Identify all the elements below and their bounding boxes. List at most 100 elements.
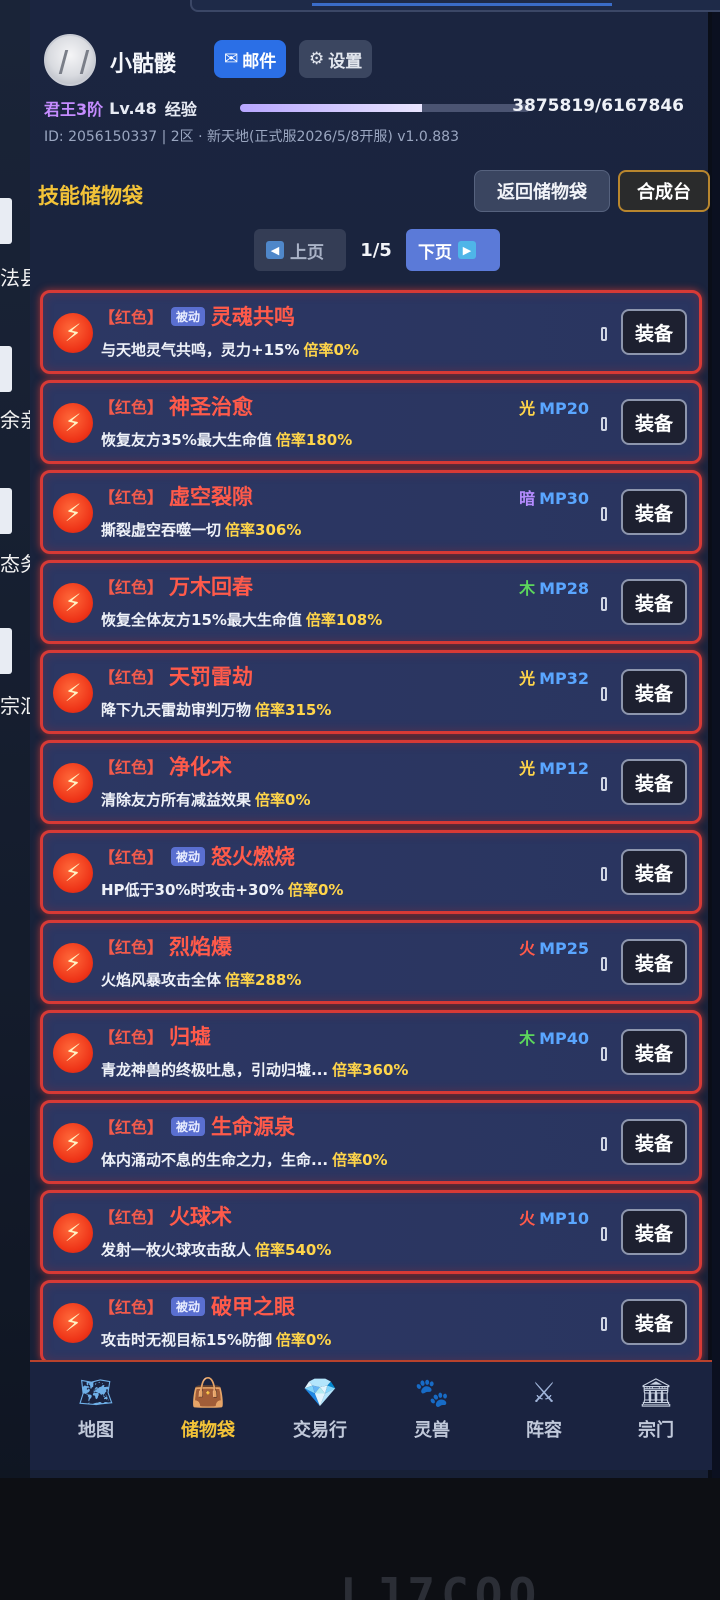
skill-name: 神圣治愈 [169, 395, 254, 419]
mp-cost: MP20 [539, 399, 589, 418]
swords-icon: ⚔ [531, 1375, 557, 1409]
rarity-tag: 【红色】 [99, 848, 164, 867]
skill-cost: 火 MP10 [519, 1205, 589, 1229]
skill-description: 与天地灵气共鸣，灵力+15% [101, 341, 300, 359]
skill-card[interactable]: ⚡ 【红色】 被动 生命源泉 体内涌动不息的生命之力，生命... 倍率0% 装备 [40, 1100, 702, 1184]
desktop-file-icon[interactable] [0, 488, 12, 534]
skill-card[interactable]: ⚡ 【红色】 天罚雷劫光 MP32 降下九天雷劫审判万物 倍率315% 装备 [40, 650, 702, 734]
nav-label: 储物袋 [181, 1420, 235, 1441]
rarity-tag: 【红色】 [99, 1208, 164, 1227]
slot-icon [601, 867, 607, 881]
nav-label: 灵兽 [414, 1420, 450, 1441]
exp-label: 经验 [164, 100, 197, 119]
equip-button[interactable]: 装备 [621, 759, 687, 805]
mail-button[interactable]: ✉ 邮件 [214, 40, 287, 78]
slot-icon [601, 777, 607, 791]
skill-description-row: 攻击时无视目标15%防御 倍率0% [101, 1329, 331, 1350]
skill-card[interactable]: ⚡ 【红色】 虚空裂隙暗 MP30 撕裂虚空吞噬一切 倍率306% 装备 [40, 470, 702, 554]
skill-card[interactable]: ⚡ 【红色】 火球术火 MP10 发射一枚火球攻击敌人 倍率540% 装备 [40, 1190, 702, 1274]
skill-name: 天罚雷劫 [169, 665, 254, 689]
skill-cost: 木 MP28 [519, 575, 589, 599]
skill-description: 火焰风暴攻击全体 [101, 971, 222, 989]
mp-cost: MP28 [539, 579, 589, 598]
desktop-file-icon[interactable] [0, 628, 12, 674]
skill-rate: 倍率0% [275, 1331, 332, 1349]
equip-button[interactable]: 装备 [621, 399, 687, 445]
lightning-icon: ⚡ [53, 493, 93, 533]
lightning-icon: ⚡ [53, 763, 93, 803]
skill-description-row: 体内涌动不息的生命之力，生命... 倍率0% [101, 1149, 388, 1170]
passive-badge: 被动 [171, 1116, 206, 1136]
nav-label: 宗门 [638, 1420, 674, 1441]
nav-item[interactable]: 🏛 宗门 [606, 1372, 706, 1452]
desktop-label: 法县 [0, 266, 30, 290]
top-bar [190, 0, 720, 12]
equip-button[interactable]: 装备 [621, 849, 687, 895]
prev-page-button[interactable]: ◀ 上页 [254, 229, 346, 271]
skill-card[interactable]: ⚡ 【红色】 归墟木 MP40 青龙神兽的终极吐息，引动归墟... 倍率360% 装备 [40, 1010, 702, 1094]
skill-title-row: 【红色】 火球术 [99, 1201, 232, 1231]
skill-description: 降下九天雷劫审判万物 [101, 701, 252, 719]
skill-cost: 光 MP20 [519, 395, 589, 419]
equip-button[interactable]: 装备 [621, 1209, 687, 1255]
skill-rate: 倍率108% [305, 611, 383, 629]
skill-card[interactable]: ⚡ 【红色】 万木回春木 MP28 恢复全体友方15%最大生命值 倍率108% 装备 [40, 560, 702, 644]
nav-item[interactable]: 🐾 灵兽 [382, 1372, 482, 1452]
skill-description: 体内涌动不息的生命之力，生命... [101, 1151, 329, 1169]
skill-description-row: 发射一枚火球攻击敌人 倍率540% [101, 1239, 331, 1260]
next-page-button[interactable]: 下页 ▶ [406, 229, 500, 271]
exp-value: 3875819/6167846 [512, 96, 684, 116]
skill-card[interactable]: ⚡ 【红色】 被动 灵魂共鸣 与天地灵气共鸣，灵力+15% 倍率0% 装备 [40, 290, 702, 374]
lightning-icon: ⚡ [53, 1123, 93, 1163]
equip-button[interactable]: 装备 [621, 1119, 687, 1165]
equip-button[interactable]: 装备 [621, 669, 687, 715]
mp-cost: MP40 [539, 1029, 589, 1048]
equip-button[interactable]: 装备 [621, 1029, 687, 1075]
desktop-file-icon[interactable] [0, 346, 12, 392]
avatar[interactable] [44, 34, 96, 86]
temple-icon: 🏛 [638, 1375, 674, 1409]
skill-card[interactable]: ⚡ 【红色】 净化术光 MP12 清除友方所有减益效果 倍率0% 装备 [40, 740, 702, 824]
skill-card[interactable]: ⚡ 【红色】 神圣治愈光 MP20 恢复友方35%最大生命值 倍率180% 装备 [40, 380, 702, 464]
lightning-icon: ⚡ [53, 403, 93, 443]
desktop-file-icon[interactable] [0, 198, 12, 244]
lightning-icon: ⚡ [53, 1213, 93, 1253]
element-label: 光 [519, 759, 536, 778]
next-page-label: 下页 [418, 242, 452, 263]
skill-name: 火球术 [169, 1205, 233, 1229]
rarity-tag: 【红色】 [99, 758, 164, 777]
exp-bar [240, 104, 530, 112]
equip-button[interactable]: 装备 [621, 309, 687, 355]
element-label: 木 [519, 1029, 536, 1048]
equip-button[interactable]: 装备 [621, 489, 687, 535]
nav-item[interactable]: ⚔ 阵容 [494, 1372, 594, 1452]
settings-label: 设置 [328, 51, 363, 72]
skill-card[interactable]: ⚡ 【红色】 被动 怒火燃烧 HP低于30%时攻击+30% 倍率0% 装备 [40, 830, 702, 914]
skill-rate: 倍率315% [255, 701, 332, 719]
passive-badge: 被动 [171, 846, 206, 866]
rarity-tag: 【红色】 [99, 668, 164, 687]
lightning-icon: ⚡ [53, 673, 93, 713]
equip-button[interactable]: 装备 [621, 579, 687, 625]
nav-item[interactable]: 💎 交易行 [270, 1372, 370, 1452]
nav-item[interactable]: 🗺 地图 [46, 1372, 146, 1452]
equip-button[interactable]: 装备 [621, 1299, 687, 1345]
skill-description-row: HP低于30%时攻击+30% 倍率0% [101, 879, 343, 900]
crafting-button[interactable]: 合成台 [618, 170, 710, 212]
skill-description: 攻击时无视目标15%防御 [101, 1331, 272, 1349]
back-to-bag-button[interactable]: 返回储物袋 [474, 170, 610, 212]
skill-card[interactable]: ⚡ 【红色】 烈焰爆火 MP25 火焰风暴攻击全体 倍率288% 装备 [40, 920, 702, 1004]
skill-description: HP低于30%时攻击+30% [101, 881, 284, 899]
slot-icon [601, 957, 607, 971]
mp-cost: MP10 [539, 1209, 589, 1228]
rarity-tag: 【红色】 [99, 1118, 164, 1137]
nav-item[interactable]: 👜 储物袋 [158, 1372, 258, 1452]
equip-button[interactable]: 装备 [621, 939, 687, 985]
element-label: 光 [519, 399, 536, 418]
skill-card[interactable]: ⚡ 【红色】 被动 破甲之眼 攻击时无视目标15%防御 倍率0% 装备 [40, 1280, 702, 1364]
skill-description: 清除友方所有减益效果 [101, 791, 252, 809]
settings-button[interactable]: ⚙ 设置 [299, 40, 373, 78]
skill-description: 恢复全体友方15%最大生命值 [101, 611, 302, 629]
skill-title-row: 【红色】 万木回春 [99, 571, 253, 601]
element-label: 火 [519, 939, 536, 958]
